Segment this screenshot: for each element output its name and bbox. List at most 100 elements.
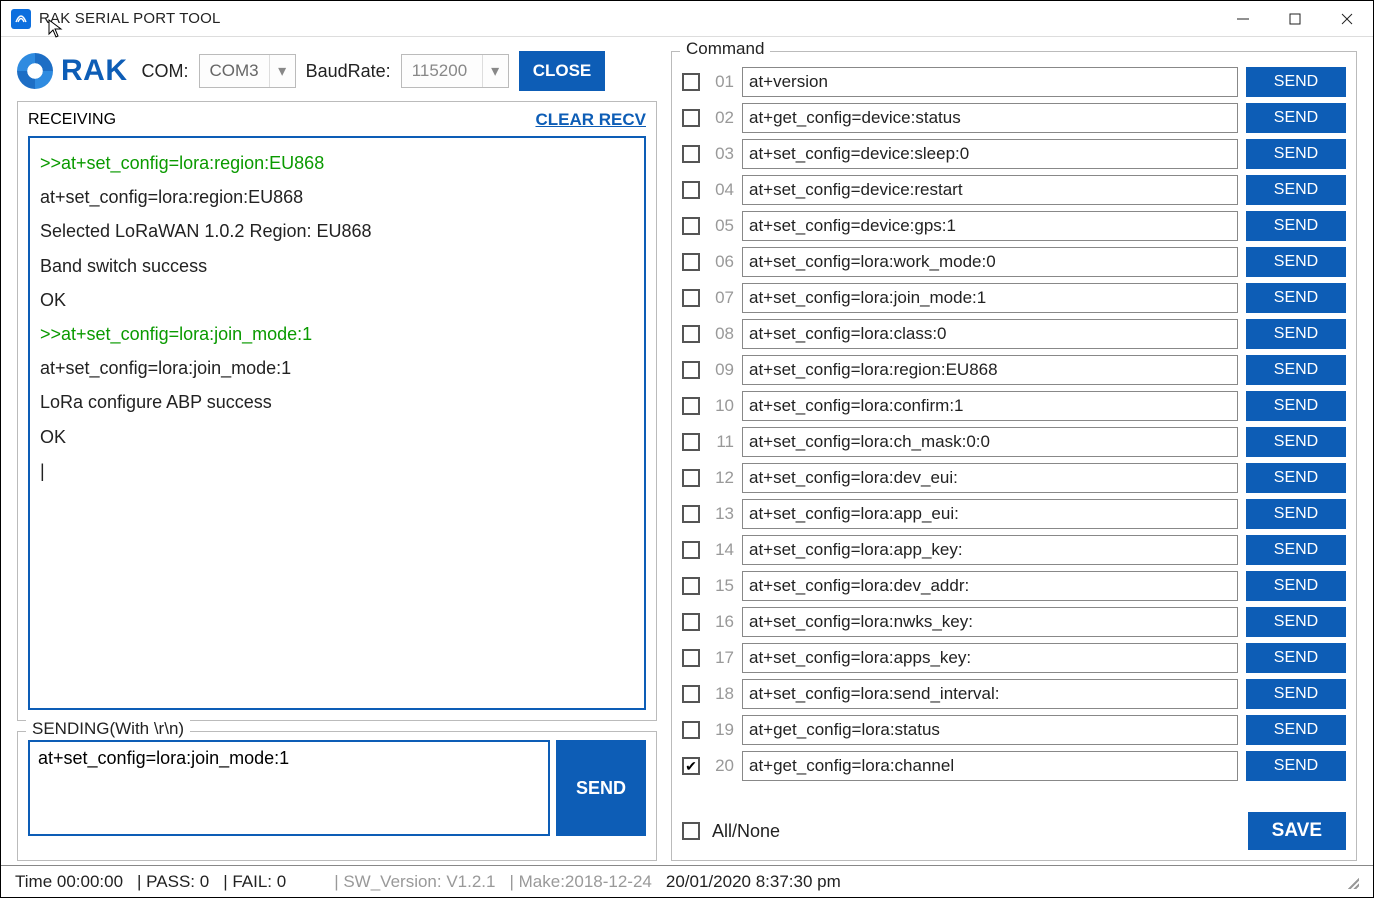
all-none-checkbox[interactable]: [682, 822, 700, 840]
minimize-button[interactable]: [1217, 1, 1269, 37]
command-input[interactable]: [742, 391, 1238, 421]
connection-row: RAK COM: COM3 ▾ BaudRate: 115200 ▾ CLOSE: [17, 51, 657, 91]
command-input[interactable]: [742, 355, 1238, 385]
command-row: 19SEND: [682, 714, 1346, 746]
command-send-button[interactable]: SEND: [1246, 355, 1346, 385]
status-clock: 20/01/2020 8:37:30 pm: [666, 872, 841, 892]
command-row: 16 SEND: [682, 606, 1346, 638]
command-checkbox[interactable]: [682, 541, 700, 559]
command-send-button[interactable]: SEND: [1246, 247, 1346, 277]
command-checkbox[interactable]: [682, 253, 700, 271]
command-input[interactable]: [742, 319, 1238, 349]
command-checkbox[interactable]: [682, 289, 700, 307]
command-send-button[interactable]: SEND: [1246, 211, 1346, 241]
command-send-button[interactable]: SEND: [1246, 535, 1346, 565]
command-input[interactable]: [742, 499, 1238, 529]
app-icon: [11, 9, 31, 29]
sending-input[interactable]: [28, 740, 550, 836]
command-checkbox[interactable]: [682, 613, 700, 631]
command-checkbox[interactable]: [682, 109, 700, 127]
baud-select[interactable]: 115200 ▾: [401, 54, 509, 88]
command-input[interactable]: [742, 715, 1238, 745]
receiving-textarea[interactable]: >>at+set_config=lora:region:EU868at+set_…: [28, 136, 646, 710]
chevron-down-icon: ▾: [482, 55, 508, 87]
command-send-button[interactable]: SEND: [1246, 571, 1346, 601]
send-button[interactable]: SEND: [556, 740, 646, 836]
command-input[interactable]: [742, 679, 1238, 709]
command-send-button[interactable]: SEND: [1246, 67, 1346, 97]
command-checkbox[interactable]: [682, 577, 700, 595]
command-send-button[interactable]: SEND: [1246, 103, 1346, 133]
resize-grip-icon[interactable]: [1345, 875, 1359, 889]
command-send-button[interactable]: SEND: [1246, 679, 1346, 709]
command-input[interactable]: [742, 103, 1238, 133]
command-input[interactable]: [742, 427, 1238, 457]
recv-line: >>at+set_config=lora:join_mode:1: [40, 317, 634, 351]
baud-value: 115200: [402, 61, 482, 81]
command-input[interactable]: [742, 211, 1238, 241]
command-checkbox[interactable]: [682, 649, 700, 667]
command-checkbox[interactable]: [682, 397, 700, 415]
command-input[interactable]: [742, 751, 1238, 781]
command-send-button[interactable]: SEND: [1246, 427, 1346, 457]
command-row-number: 15: [708, 576, 734, 596]
command-checkbox[interactable]: [682, 325, 700, 343]
command-send-button[interactable]: SEND: [1246, 499, 1346, 529]
command-input[interactable]: [742, 463, 1238, 493]
command-input[interactable]: [742, 535, 1238, 565]
command-send-button[interactable]: SEND: [1246, 283, 1346, 313]
command-input[interactable]: [742, 67, 1238, 97]
command-row-number: 11: [708, 432, 734, 452]
status-sw: | SW_Version: V1.2.1: [334, 872, 495, 892]
command-checkbox[interactable]: [682, 505, 700, 523]
command-send-button[interactable]: SEND: [1246, 643, 1346, 673]
command-row-number: 16: [708, 612, 734, 632]
command-send-button[interactable]: SEND: [1246, 463, 1346, 493]
command-checkbox[interactable]: [682, 469, 700, 487]
command-row: 15 SEND: [682, 570, 1346, 602]
command-input[interactable]: [742, 571, 1238, 601]
command-input[interactable]: [742, 643, 1238, 673]
sending-group: SENDING(With \r\n) SEND: [17, 731, 657, 861]
command-row-number: 08: [708, 324, 734, 344]
command-checkbox[interactable]: [682, 361, 700, 379]
command-checkbox[interactable]: [682, 73, 700, 91]
recv-line: at+set_config=lora:join_mode:1: [40, 351, 634, 385]
close-window-button[interactable]: [1321, 1, 1373, 37]
command-row-number: 01: [708, 72, 734, 92]
command-checkbox[interactable]: [682, 181, 700, 199]
command-checkbox[interactable]: [682, 685, 700, 703]
command-row-number: 03: [708, 144, 734, 164]
maximize-button[interactable]: [1269, 1, 1321, 37]
command-checkbox[interactable]: [682, 433, 700, 451]
command-send-button[interactable]: SEND: [1246, 391, 1346, 421]
command-row: 07SEND: [682, 282, 1346, 314]
command-send-button[interactable]: SEND: [1246, 607, 1346, 637]
command-send-button[interactable]: SEND: [1246, 319, 1346, 349]
save-button[interactable]: SAVE: [1248, 812, 1346, 850]
command-checkbox[interactable]: [682, 217, 700, 235]
com-value: COM3: [200, 61, 269, 81]
baud-label: BaudRate:: [306, 61, 391, 82]
command-input[interactable]: [742, 139, 1238, 169]
command-input[interactable]: [742, 607, 1238, 637]
command-row: 08 SEND: [682, 318, 1346, 350]
command-checkbox[interactable]: [682, 757, 700, 775]
command-send-button[interactable]: SEND: [1246, 139, 1346, 169]
command-checkbox[interactable]: [682, 145, 700, 163]
com-select[interactable]: COM3 ▾: [199, 54, 296, 88]
command-input[interactable]: [742, 283, 1238, 313]
recv-cursor: |: [40, 454, 634, 488]
command-input[interactable]: [742, 247, 1238, 277]
command-checkbox[interactable]: [682, 721, 700, 739]
command-send-button[interactable]: SEND: [1246, 175, 1346, 205]
logo-icon: [17, 53, 53, 89]
command-input[interactable]: [742, 175, 1238, 205]
command-row-number: 13: [708, 504, 734, 524]
command-row-number: 02: [708, 108, 734, 128]
command-send-button[interactable]: SEND: [1246, 715, 1346, 745]
command-row: 10SEND: [682, 390, 1346, 422]
close-button[interactable]: CLOSE: [519, 51, 606, 91]
command-send-button[interactable]: SEND: [1246, 751, 1346, 781]
clear-recv-button[interactable]: CLEAR RECV: [535, 110, 646, 130]
